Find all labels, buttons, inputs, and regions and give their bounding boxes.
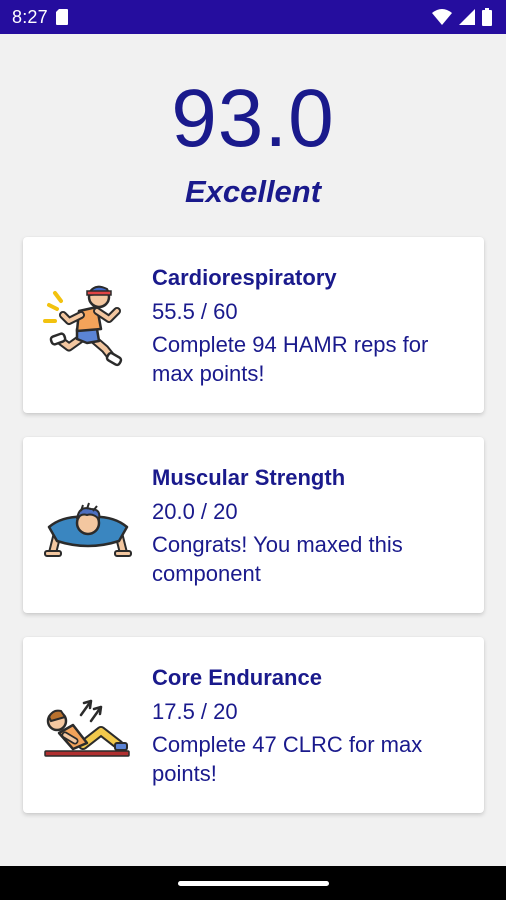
status-bar: 8:27	[0, 0, 506, 34]
cell-signal-icon	[459, 9, 475, 25]
component-title: Muscular Strength	[152, 465, 346, 490]
wifi-icon	[432, 9, 452, 25]
component-score: 17.5 / 20	[152, 699, 238, 724]
runner-icon	[43, 281, 133, 371]
component-text: Cardiorespiratory 55.5 / 60 Complete 94 …	[152, 264, 472, 388]
component-tip: Congrats! You maxed this component	[152, 532, 403, 586]
sim-card-icon	[55, 9, 68, 25]
component-card-core-endurance[interactable]: Core Endurance 17.5 / 20 Complete 47 CLR…	[23, 637, 484, 813]
total-score: 93.0	[171, 73, 335, 164]
status-time: 8:27	[12, 6, 48, 27]
component-score: 55.5 / 60	[152, 299, 238, 324]
home-gesture-handle[interactable]	[178, 881, 329, 886]
component-tip: Complete 94 HAMR reps for max points!	[152, 332, 429, 386]
score-rating: Excellent	[184, 174, 322, 209]
component-title: Cardiorespiratory	[152, 265, 337, 290]
navigation-bar	[0, 866, 506, 900]
pushup-icon	[43, 481, 133, 571]
status-left: 8:27	[12, 7, 68, 28]
curl-up-icon	[43, 681, 133, 771]
battery-icon	[482, 8, 492, 26]
component-card-cardiorespiratory[interactable]: Cardiorespiratory 55.5 / 60 Complete 94 …	[23, 237, 484, 413]
component-text: Muscular Strength 20.0 / 20 Congrats! Yo…	[152, 464, 472, 588]
component-title: Core Endurance	[152, 665, 322, 690]
status-right	[432, 8, 492, 26]
component-card-muscular-strength[interactable]: Muscular Strength 20.0 / 20 Congrats! Yo…	[23, 437, 484, 613]
component-text: Core Endurance 17.5 / 20 Complete 47 CLR…	[152, 664, 472, 788]
component-score: 20.0 / 20	[152, 499, 238, 524]
component-tip: Complete 47 CLRC for max points!	[152, 732, 423, 786]
